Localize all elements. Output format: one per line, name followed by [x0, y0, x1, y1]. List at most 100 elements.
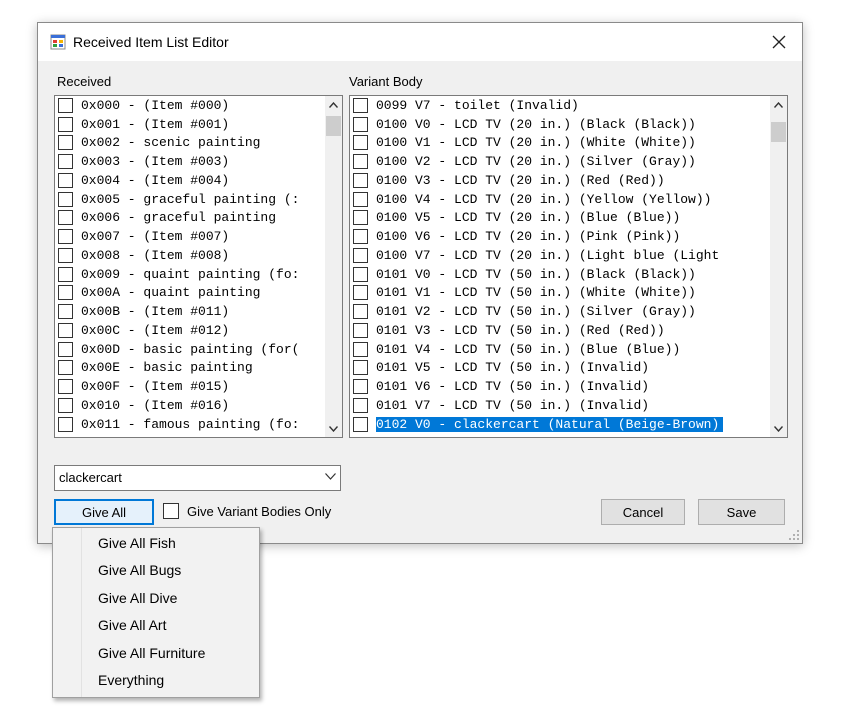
item-checkbox[interactable] — [58, 397, 73, 413]
item-checkbox[interactable] — [353, 285, 368, 301]
list-item[interactable]: 0x011 - famous painting (fo: — [55, 415, 299, 434]
item-checkbox[interactable] — [58, 229, 73, 245]
give-all-button[interactable]: Give All — [54, 499, 154, 525]
item-checkbox[interactable] — [353, 322, 368, 338]
list-item[interactable]: 0100 V4 - LCD TV (20 in.) (Yellow (Yello… — [350, 190, 723, 209]
list-item[interactable]: 0x00F - (Item #015) — [55, 377, 299, 396]
menu-item-give-all-bugs[interactable]: Give All Bugs — [55, 557, 257, 584]
item-checkbox[interactable] — [58, 266, 73, 282]
item-checkbox[interactable] — [353, 154, 368, 170]
list-item[interactable]: 0x009 - quaint painting (fo: — [55, 265, 299, 284]
close-icon — [772, 35, 786, 49]
scroll-down-icon[interactable] — [770, 420, 787, 437]
list-item[interactable]: 0101 V5 - LCD TV (50 in.) (Invalid) — [350, 359, 723, 378]
item-checkbox[interactable] — [58, 379, 73, 395]
list-item[interactable]: 0x00A - quaint painting — [55, 284, 299, 303]
item-checkbox[interactable] — [353, 135, 368, 151]
list-item[interactable]: 0x00E - basic painting — [55, 359, 299, 378]
item-checkbox[interactable] — [353, 172, 368, 188]
item-checkbox[interactable] — [58, 322, 73, 338]
search-combobox[interactable]: clackercart — [54, 465, 341, 491]
list-item[interactable]: 0100 V0 - LCD TV (20 in.) (Black (Black)… — [350, 115, 723, 134]
item-checkbox[interactable] — [353, 247, 368, 263]
menu-item-give-all-dive[interactable]: Give All Dive — [55, 584, 257, 611]
list-item-label: 0101 V4 - LCD TV (50 in.) (Blue (Blue)) — [376, 341, 681, 357]
item-checkbox[interactable] — [58, 154, 73, 170]
list-item[interactable]: 0100 V2 - LCD TV (20 in.) (Silver (Gray)… — [350, 152, 723, 171]
chevron-down-icon[interactable] — [325, 469, 336, 483]
item-checkbox[interactable] — [58, 172, 73, 188]
scroll-thumb[interactable] — [326, 116, 341, 136]
checkbox-box[interactable] — [163, 503, 179, 519]
item-checkbox[interactable] — [58, 116, 73, 132]
item-checkbox[interactable] — [353, 397, 368, 413]
list-item[interactable]: 0101 V6 - LCD TV (50 in.) (Invalid) — [350, 377, 723, 396]
scroll-down-icon[interactable] — [325, 420, 342, 437]
close-button[interactable] — [756, 23, 802, 61]
item-checkbox[interactable] — [58, 210, 73, 226]
list-item[interactable]: 0x00C - (Item #012) — [55, 321, 299, 340]
item-checkbox[interactable] — [58, 97, 73, 113]
item-checkbox[interactable] — [58, 304, 73, 320]
item-checkbox[interactable] — [353, 416, 368, 432]
list-item[interactable]: 0101 V7 - LCD TV (50 in.) (Invalid) — [350, 396, 723, 415]
list-item[interactable]: 0x003 - (Item #003) — [55, 152, 299, 171]
list-item[interactable]: 0101 V1 - LCD TV (50 in.) (White (White)… — [350, 284, 723, 303]
list-item[interactable]: 0x00D - basic painting (for( — [55, 340, 299, 359]
item-checkbox[interactable] — [353, 210, 368, 226]
menu-item-give-all-furniture[interactable]: Give All Furniture — [55, 639, 257, 666]
received-scrollbar[interactable] — [325, 96, 342, 437]
list-item[interactable]: 0099 V7 - toilet (Invalid) — [350, 96, 723, 115]
list-item[interactable]: 0x000 - (Item #000) — [55, 96, 299, 115]
list-item[interactable]: 0101 V2 - LCD TV (50 in.) (Silver (Gray)… — [350, 302, 723, 321]
list-item[interactable]: 0101 V4 - LCD TV (50 in.) (Blue (Blue)) — [350, 340, 723, 359]
item-checkbox[interactable] — [353, 304, 368, 320]
menu-item-give-all-fish[interactable]: Give All Fish — [55, 529, 257, 556]
scroll-thumb[interactable] — [771, 122, 786, 142]
list-item[interactable]: 0100 V7 - LCD TV (20 in.) (Light blue (L… — [350, 246, 723, 265]
item-checkbox[interactable] — [353, 229, 368, 245]
list-item[interactable]: 0102 V0 - clackercart (Natural (Beige-Br… — [350, 415, 724, 434]
menu-item-everything[interactable]: Everything — [55, 667, 257, 694]
list-item[interactable]: 0x004 - (Item #004) — [55, 171, 299, 190]
cancel-button[interactable]: Cancel — [601, 499, 685, 525]
list-item[interactable]: 0100 V3 - LCD TV (20 in.) (Red (Red)) — [350, 171, 723, 190]
variant-scrollbar[interactable] — [770, 96, 787, 437]
item-checkbox[interactable] — [353, 360, 368, 376]
list-item[interactable]: 0100 V6 - LCD TV (20 in.) (Pink (Pink)) — [350, 227, 723, 246]
item-checkbox[interactable] — [353, 341, 368, 357]
list-item[interactable]: 0x007 - (Item #007) — [55, 227, 299, 246]
item-checkbox[interactable] — [58, 360, 73, 376]
list-item[interactable]: 0100 V5 - LCD TV (20 in.) (Blue (Blue)) — [350, 209, 723, 228]
list-item[interactable]: 0x010 - (Item #016) — [55, 396, 299, 415]
item-checkbox[interactable] — [353, 191, 368, 207]
menu-item-give-all-art[interactable]: Give All Art — [55, 612, 257, 639]
give-variant-bodies-only-checkbox[interactable]: Give Variant Bodies Only — [163, 503, 331, 519]
item-checkbox[interactable] — [58, 416, 73, 432]
item-checkbox[interactable] — [353, 116, 368, 132]
item-checkbox[interactable] — [353, 266, 368, 282]
list-item[interactable]: 0x002 - scenic painting — [55, 134, 299, 153]
list-item[interactable]: 0x005 - graceful painting (: — [55, 190, 299, 209]
item-checkbox[interactable] — [58, 341, 73, 357]
save-button[interactable]: Save — [698, 499, 785, 525]
list-item[interactable]: 0x006 - graceful painting — [55, 209, 299, 228]
list-item[interactable]: 0x008 - (Item #008) — [55, 246, 299, 265]
item-checkbox[interactable] — [58, 135, 73, 151]
list-item[interactable]: 0101 V3 - LCD TV (50 in.) (Red (Red)) — [350, 321, 723, 340]
item-checkbox[interactable] — [58, 285, 73, 301]
item-checkbox[interactable] — [353, 379, 368, 395]
resize-grip-icon[interactable] — [788, 529, 800, 541]
scroll-up-icon[interactable] — [325, 96, 342, 113]
received-items: 0x000 - (Item #000) 0x001 - (Item #001) 0x… — [55, 96, 299, 434]
item-checkbox[interactable] — [58, 191, 73, 207]
item-checkbox[interactable] — [353, 97, 368, 113]
list-item[interactable]: 0x001 - (Item #001) — [55, 115, 299, 134]
item-checkbox[interactable] — [58, 247, 73, 263]
variant-body-listbox[interactable]: 0099 V7 - toilet (Invalid) 0100 V0 - LCD … — [349, 95, 788, 438]
list-item[interactable]: 0100 V1 - LCD TV (20 in.) (White (White)… — [350, 134, 723, 153]
received-listbox[interactable]: 0x000 - (Item #000) 0x001 - (Item #001) 0x… — [54, 95, 343, 438]
scroll-up-icon[interactable] — [770, 96, 787, 113]
list-item[interactable]: 0101 V0 - LCD TV (50 in.) (Black (Black)… — [350, 265, 723, 284]
list-item[interactable]: 0x00B - (Item #011) — [55, 302, 299, 321]
